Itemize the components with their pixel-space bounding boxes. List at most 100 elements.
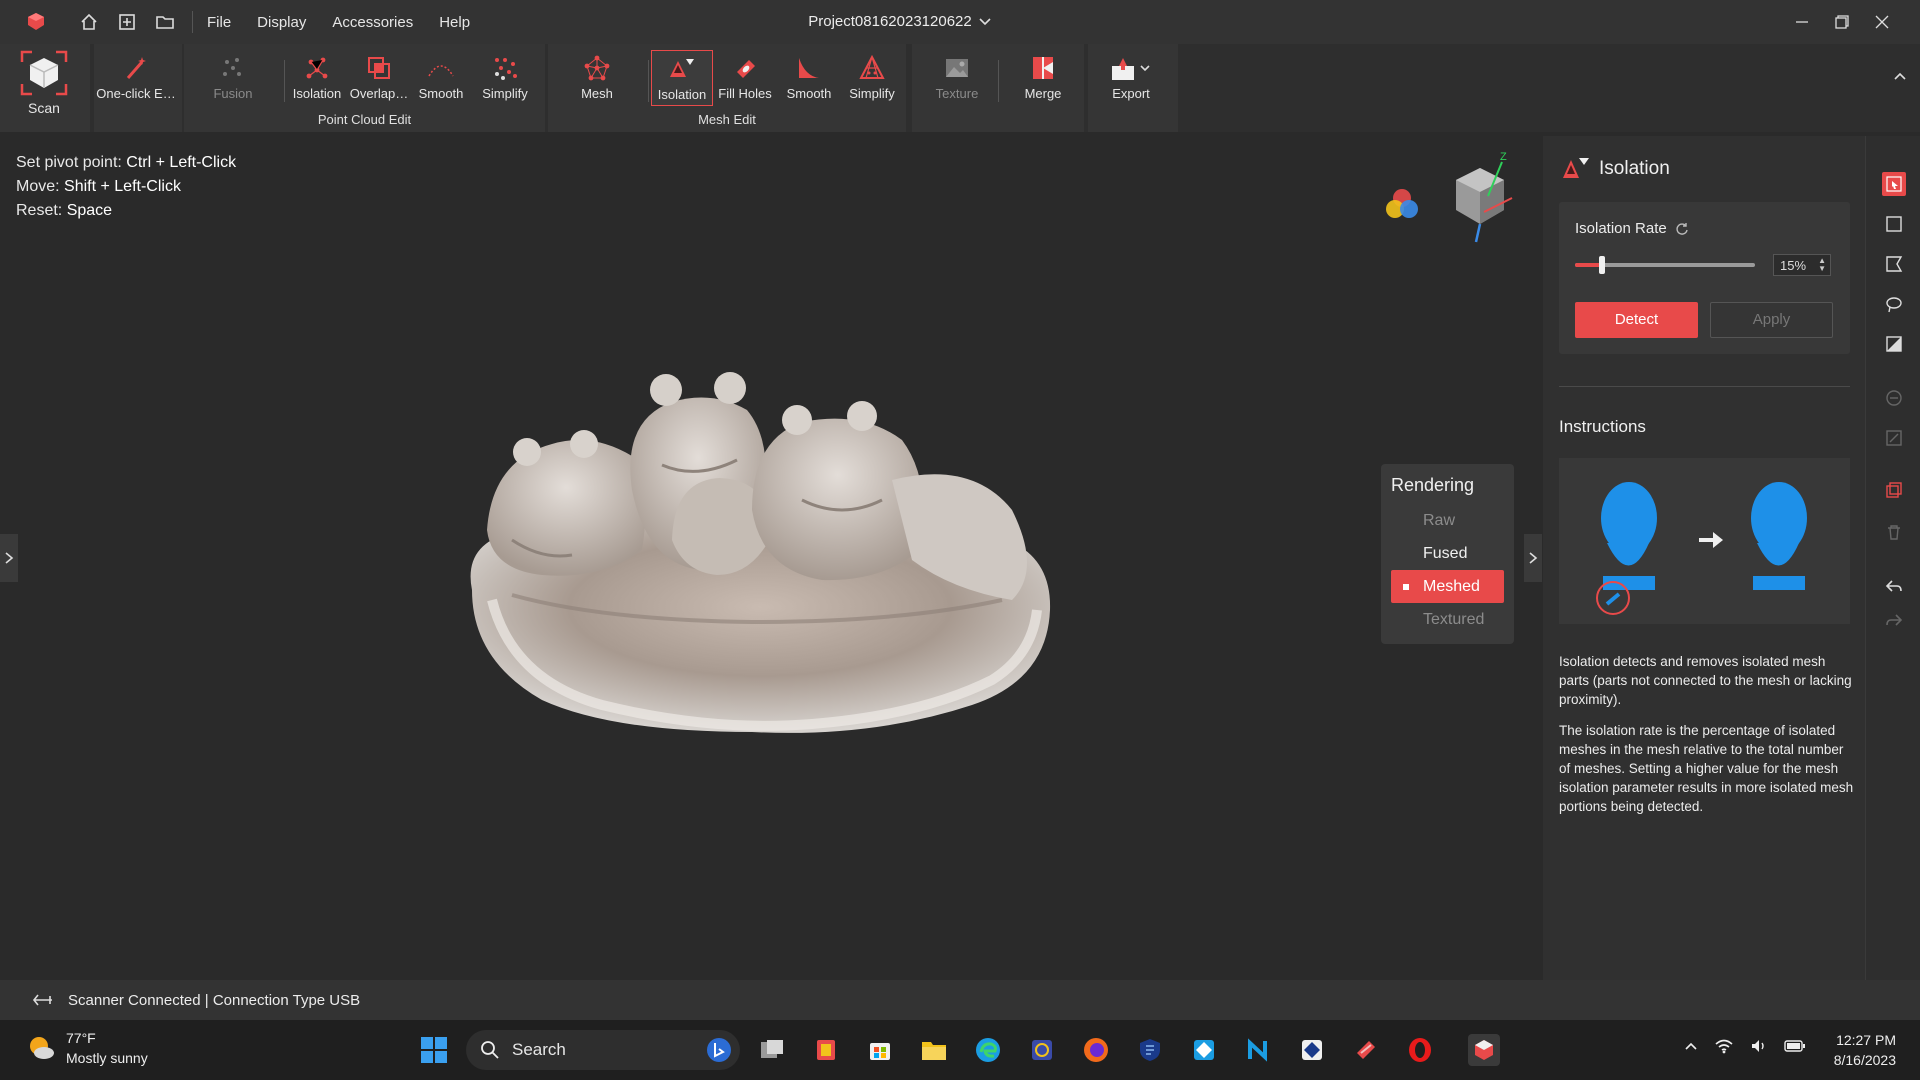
minimize-button[interactable]: [1790, 10, 1814, 34]
mesh-isolation-button[interactable]: Isolation: [651, 50, 713, 106]
task-view-icon[interactable]: [756, 1034, 788, 1066]
firefox-icon[interactable]: [1080, 1034, 1112, 1066]
menu-display[interactable]: Display: [257, 14, 306, 31]
collapse-toolbar-icon[interactable]: [1892, 68, 1910, 86]
scanned-model[interactable]: [452, 360, 1062, 746]
taskbar-search[interactable]: Search: [466, 1030, 740, 1070]
texture-label: Texture: [935, 86, 979, 101]
collapse-right-panel-button[interactable]: [1524, 534, 1542, 582]
panel-header: Isolation: [1561, 156, 1670, 182]
dark-diamond-app-icon[interactable]: [1296, 1034, 1328, 1066]
open-folder-icon[interactable]: [154, 11, 176, 33]
merge-label: Merge: [1024, 86, 1062, 101]
mesh-smooth-button[interactable]: Smooth: [778, 50, 840, 106]
pivot-hint: Set pivot point: Ctrl + Left-Click: [16, 154, 236, 172]
one-click-label: One-click E…: [96, 86, 176, 101]
reset-icon[interactable]: [1675, 222, 1689, 236]
search-label: Search: [512, 1040, 566, 1059]
fusion-label: Fusion: [213, 86, 253, 101]
search-icon: [481, 1041, 499, 1059]
redo-icon[interactable]: [1882, 608, 1906, 632]
fusion-button[interactable]: Fusion: [202, 50, 264, 106]
app-red-icon[interactable]: [810, 1034, 842, 1066]
isolation-rate-slider[interactable]: [1575, 256, 1755, 274]
orientation-cube-icon[interactable]: Z: [1440, 152, 1520, 248]
deselect-icon[interactable]: [1882, 386, 1906, 410]
rendering-option-textured[interactable]: Textured: [1391, 603, 1504, 636]
microsoft-store-icon[interactable]: [864, 1034, 896, 1066]
one-click-edit-button[interactable]: One-click E…: [94, 50, 178, 106]
expand-left-panel-button[interactable]: [0, 534, 18, 582]
spin-buttons[interactable]: ▲ ▼: [1818, 257, 1826, 273]
slider-thumb[interactable]: [1599, 256, 1605, 274]
pc-smooth-button[interactable]: Smooth: [410, 50, 472, 106]
opera-icon[interactable]: [1404, 1034, 1436, 1066]
rendering-option-meshed[interactable]: Meshed: [1391, 570, 1504, 603]
taskbar-clock[interactable]: 12:27 PM 8/16/2023: [1834, 1030, 1896, 1070]
rendering-title: Rendering: [1391, 475, 1475, 495]
blue-diamond-app-icon[interactable]: [1188, 1034, 1220, 1066]
scan-button[interactable]: Scan: [12, 48, 76, 124]
invert-selection-icon[interactable]: [1882, 332, 1906, 356]
select-connected-icon[interactable]: [1882, 478, 1906, 502]
mesh-button[interactable]: Mesh: [566, 50, 628, 106]
rendering-option-raw[interactable]: Raw: [1391, 504, 1504, 537]
color-mode-icon[interactable]: [1382, 184, 1422, 224]
restore-button[interactable]: [1830, 10, 1854, 34]
menu-file[interactable]: File: [207, 14, 231, 31]
edge-browser-icon[interactable]: [972, 1034, 1004, 1066]
menu-help[interactable]: Help: [439, 14, 470, 31]
pc-isolation-icon: [286, 50, 348, 82]
security-app-icon[interactable]: [1026, 1034, 1058, 1066]
system-tray: [1684, 1038, 1806, 1054]
point-cloud-group-label: Point Cloud Edit: [317, 112, 412, 127]
pc-isolation-button[interactable]: Isolation: [286, 50, 348, 106]
texture-button[interactable]: Texture: [926, 50, 988, 106]
close-button[interactable]: [1870, 10, 1894, 34]
polygon-select-icon[interactable]: [1882, 252, 1906, 276]
isolation-icon: [1563, 158, 1589, 178]
toolbar-separator: [284, 60, 285, 102]
weather-widget[interactable]: 77°F Mostly sunny: [26, 1028, 148, 1068]
delete-icon[interactable]: [1882, 520, 1906, 544]
battery-icon[interactable]: [1784, 1039, 1806, 1053]
wifi-icon[interactable]: [1714, 1038, 1734, 1054]
detect-button[interactable]: Detect: [1575, 302, 1698, 338]
hint-label: Set pivot point:: [16, 154, 122, 171]
3d-viewport[interactable]: Set pivot point: Ctrl + Left-Click Move:…: [0, 132, 1543, 980]
volume-icon[interactable]: [1750, 1038, 1768, 1054]
undo-icon[interactable]: [1882, 574, 1906, 598]
mesh-smooth-label: Smooth: [786, 86, 832, 101]
mesh-simplify-icon: [841, 50, 903, 82]
home-icon[interactable]: [78, 11, 100, 33]
isolation-rate-value: 15%: [1780, 258, 1807, 273]
project-title[interactable]: Project08162023120622: [750, 13, 1050, 30]
mesh-simplify-label: Simplify: [849, 86, 895, 101]
mesh-simplify-button[interactable]: Simplify: [841, 50, 903, 106]
magic-wand-icon: [94, 50, 178, 82]
export-label: Export: [1112, 86, 1150, 101]
shovel-app-icon[interactable]: [1350, 1034, 1382, 1066]
pointer-select-icon[interactable]: [1882, 172, 1906, 196]
pc-simplify-button[interactable]: Simplify: [474, 50, 536, 106]
file-explorer-icon[interactable]: [918, 1034, 950, 1066]
rectangle-select-icon[interactable]: [1882, 212, 1906, 236]
start-button[interactable]: [418, 1034, 450, 1066]
merge-button[interactable]: Merge: [1012, 50, 1074, 106]
scanner-app-icon[interactable]: [1468, 1034, 1500, 1066]
apply-button[interactable]: Apply: [1710, 302, 1833, 338]
n-app-icon[interactable]: [1242, 1034, 1274, 1066]
export-button[interactable]: Export: [1098, 50, 1164, 106]
menu-accessories[interactable]: Accessories: [332, 14, 413, 31]
isolation-rate-input[interactable]: 15% ▲ ▼: [1773, 254, 1831, 276]
show-hidden-icons-icon[interactable]: [1684, 1039, 1698, 1053]
reset-hint: Reset: Space: [16, 202, 112, 220]
new-project-icon[interactable]: [116, 11, 138, 33]
lasso-select-icon[interactable]: [1882, 292, 1906, 316]
overlap-button[interactable]: Overlap…: [348, 50, 410, 106]
fill-holes-button[interactable]: Fill Holes: [714, 50, 776, 106]
shield-app-icon[interactable]: [1134, 1034, 1166, 1066]
rendering-option-fused[interactable]: Fused: [1391, 537, 1504, 570]
select-through-icon[interactable]: [1882, 426, 1906, 450]
hint-label: Move:: [16, 178, 60, 195]
